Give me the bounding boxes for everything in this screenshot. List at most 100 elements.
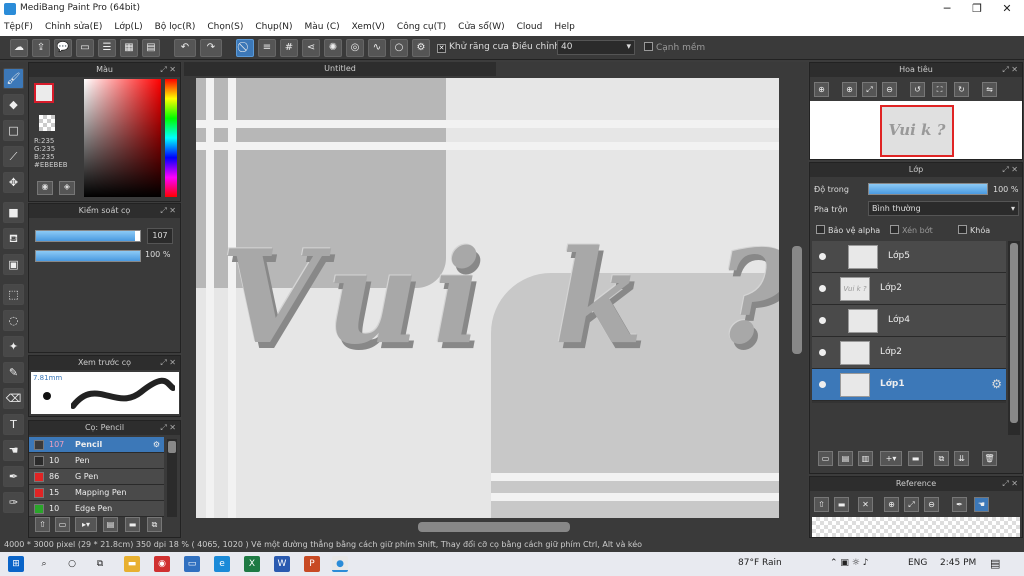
brush-menu-icon[interactable]: ▸▾ [75, 517, 97, 532]
clip-checkbox[interactable]: Xén bớt [890, 225, 933, 235]
zoom-in-icon[interactable]: ⊕ [842, 82, 857, 97]
undo-icon[interactable]: ↶ [174, 39, 196, 57]
file-explorer-icon[interactable]: ▬ [124, 556, 140, 572]
menu-item[interactable]: Cửa sổ(W) [458, 22, 504, 32]
panel-close-icon[interactable]: ⤢ ✕ [1002, 163, 1018, 177]
hand-tool-icon[interactable]: ☚ [3, 440, 24, 461]
gear-icon[interactable]: ⚙ [153, 440, 160, 449]
reference-zoom-in-icon[interactable]: ⊕ [884, 497, 899, 512]
upload-icon[interactable]: ⇪ [32, 39, 50, 57]
list-icon[interactable]: ☰ [98, 39, 116, 57]
language-indicator[interactable]: ENG [908, 558, 927, 568]
gradient-tool-icon[interactable]: ▣ [3, 254, 24, 275]
brush-item[interactable]: 86 G Pen [29, 469, 164, 485]
menu-item[interactable]: Cloud [517, 22, 543, 32]
palette-icon[interactable]: ◉ [37, 181, 53, 195]
panel-close-icon[interactable]: ⤢ ✕ [160, 63, 176, 77]
task-view-icon[interactable]: ⧉ [92, 556, 108, 572]
panel-close-icon[interactable]: ⤢ ✕ [160, 204, 176, 218]
eyedropper-tool-icon[interactable]: ✒ [3, 466, 24, 487]
new-layer-icon[interactable]: ▭ [818, 451, 833, 466]
move-tool-icon[interactable]: ✥ [3, 172, 24, 193]
adjust-select[interactable]: 40 ▾ [557, 40, 635, 55]
cloud-icon[interactable]: ☁ [10, 39, 28, 57]
radial-snap-icon[interactable]: ⋖ [302, 39, 320, 57]
desktop-icon[interactable]: ▭ [184, 556, 200, 572]
fit-screen-icon[interactable]: ⤢ [862, 82, 877, 97]
layer-item[interactable]: Lớp5 [812, 241, 1006, 273]
select-rect-tool-icon[interactable]: ⬚ [3, 284, 24, 305]
word-icon[interactable]: W [274, 556, 290, 572]
brush-opacity-slider[interactable] [35, 250, 141, 262]
canvas-tab[interactable]: Untitled [184, 62, 496, 76]
brush-folder-icon[interactable]: ▬ [125, 517, 140, 532]
layer-opacity-slider[interactable] [868, 183, 988, 195]
reference-folder-icon[interactable]: ▬ [834, 497, 849, 512]
layer-item[interactable]: Vui k ? Lớp2 [812, 273, 1006, 305]
add-layer-menu-icon[interactable]: +▾ [880, 451, 902, 466]
reference-hand-icon[interactable]: ☚ [974, 497, 989, 512]
text-tool-icon[interactable]: T [3, 414, 24, 435]
curve-snap-icon[interactable]: ∿ [368, 39, 386, 57]
medibang-taskbar-icon[interactable]: ● [332, 556, 348, 572]
reference-zoom-out-icon[interactable]: ⊖ [924, 497, 939, 512]
menu-item[interactable]: Màu (C) [305, 22, 340, 32]
layer-item[interactable]: Lớp1 ⚙ [812, 369, 1006, 401]
protect-alpha-checkbox[interactable]: Bảo vệ alpha [816, 225, 880, 235]
fill-rect-tool-icon[interactable]: ■ [3, 202, 24, 223]
blend-mode-select[interactable]: Bình thường ▾ [868, 201, 1019, 216]
new-halftone-layer-icon[interactable]: ▤ [838, 451, 853, 466]
brush-settings-icon[interactable]: ▤ [103, 517, 118, 532]
layer-list-scrollbar[interactable] [1008, 241, 1020, 435]
brush-list-scrollbar[interactable] [167, 439, 177, 517]
no-snap-icon[interactable]: ⃠ [236, 39, 254, 57]
grid-icon[interactable]: ▦ [120, 39, 138, 57]
panel-icon[interactable]: ▤ [142, 39, 160, 57]
maximize-button[interactable]: ❐ [962, 0, 992, 18]
swap-color-icon[interactable]: ◈ [59, 181, 75, 195]
comment-icon[interactable]: ▭ [76, 39, 94, 57]
menu-item[interactable]: Công cụ(T) [397, 22, 446, 32]
brush-size-slider[interactable] [35, 230, 141, 242]
reference-add-icon[interactable]: ⇧ [814, 497, 829, 512]
cortana-icon[interactable]: ○ [64, 556, 80, 572]
reference-fit-icon[interactable]: ⤢ [904, 497, 919, 512]
layer-item[interactable]: Lớp4 [812, 305, 1006, 337]
brush-duplicate-icon[interactable]: ⧉ [147, 517, 162, 532]
drawing-canvas[interactable]: Vui k ? [196, 78, 779, 518]
magic-wand-tool-icon[interactable]: ✦ [3, 336, 24, 357]
menu-item[interactable]: Chỉnh sửa(E) [45, 22, 102, 32]
settings-snap-icon[interactable]: ⚙ [412, 39, 430, 57]
layer-folder-icon[interactable]: ▬ [908, 451, 923, 466]
brush-item[interactable]: 10 Pen [29, 453, 164, 469]
brush-item[interactable]: 15 Mapping Pen [29, 485, 164, 501]
panel-close-icon[interactable]: ⤢ ✕ [160, 356, 176, 370]
pen-tool-icon[interactable]: ✑ [3, 492, 24, 513]
excel-icon[interactable]: X [244, 556, 260, 572]
fullscreen-icon[interactable]: ⛶ [932, 82, 947, 97]
edge-icon[interactable]: e [214, 556, 230, 572]
brush-size-value[interactable]: 107 [147, 228, 173, 244]
menu-item[interactable]: Tệp(F) [4, 22, 33, 32]
lasso-tool-icon[interactable]: ◌ [3, 310, 24, 331]
circle-snap-icon[interactable]: ◎ [346, 39, 364, 57]
rotate-left-icon[interactable]: ↺ [910, 82, 925, 97]
parallel-snap-icon[interactable]: ≡ [258, 39, 276, 57]
zoom-out-icon[interactable]: ⊖ [882, 82, 897, 97]
eye-icon[interactable] [819, 285, 826, 292]
foreground-color-swatch[interactable] [34, 83, 54, 103]
eye-icon[interactable] [819, 349, 826, 356]
canvas-vscrollbar[interactable] [790, 78, 804, 518]
close-button[interactable]: ✕ [992, 0, 1022, 18]
new-8bit-layer-icon[interactable]: ▥ [858, 451, 873, 466]
menu-item[interactable]: Lớp(L) [114, 22, 142, 32]
select-eraser-tool-icon[interactable]: ⌫ [3, 388, 24, 409]
antialias-checkbox[interactable]: ✕ Khử răng cưa [437, 42, 509, 53]
tray-icons[interactable]: ⌃ ▣ ☼ ♪ [830, 558, 868, 568]
chrome-icon[interactable]: ◉ [154, 556, 170, 572]
reference-eyedropper-icon[interactable]: ✒ [952, 497, 967, 512]
eye-icon[interactable] [819, 381, 826, 388]
brush-tool-icon[interactable]: 🖌 [3, 68, 24, 89]
new-brush-icon[interactable]: ▭ [55, 517, 70, 532]
layer-item[interactable]: Lớp2 [812, 337, 1006, 369]
